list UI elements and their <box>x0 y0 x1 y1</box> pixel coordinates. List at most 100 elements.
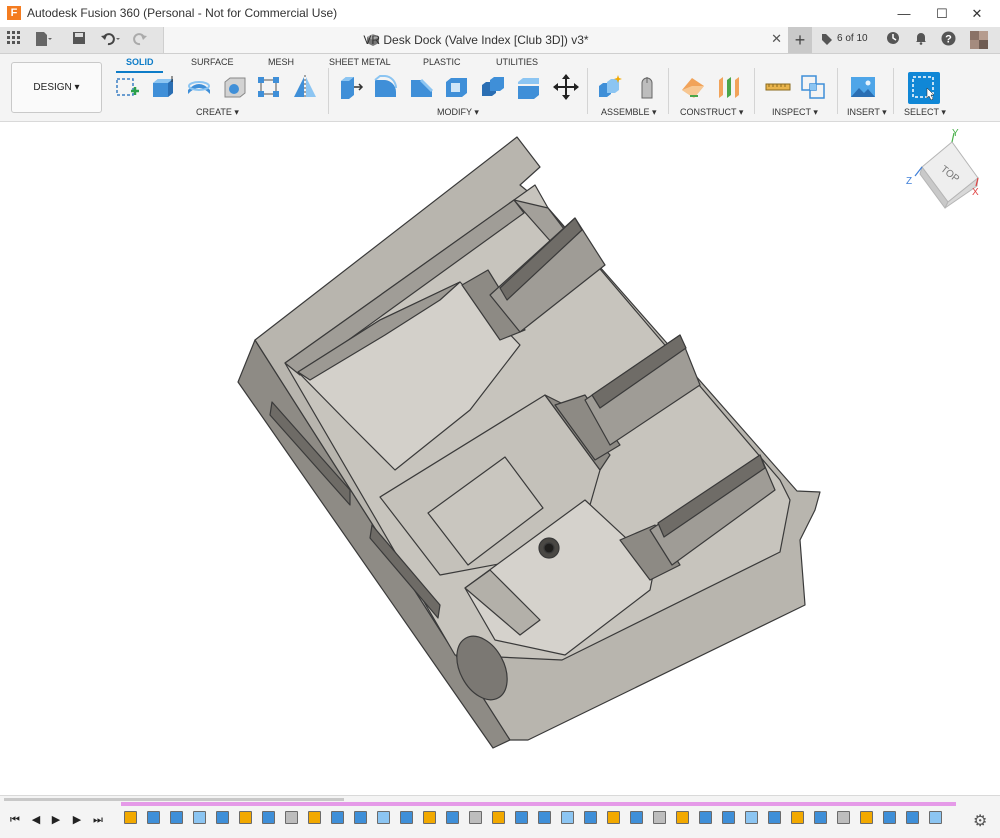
timeline-feature-icon[interactable] <box>745 811 758 824</box>
vr-desk-dock-model[interactable] <box>237 136 821 749</box>
timeline-feature-icon[interactable] <box>860 811 873 824</box>
split-body-icon[interactable] <box>516 74 542 100</box>
timeline-feature-icon[interactable] <box>653 811 666 824</box>
redo-icon[interactable] <box>132 31 150 49</box>
viewcube[interactable]: TOP Y X Z <box>906 128 979 209</box>
timeline-feature-icon[interactable] <box>584 811 597 824</box>
timeline-feature-icon[interactable] <box>630 811 643 824</box>
create-sketch-icon[interactable] <box>114 74 140 100</box>
timeline-feature-icon[interactable] <box>423 811 436 824</box>
notifications-bell-icon[interactable] <box>912 31 930 49</box>
timeline-feature-icon[interactable] <box>768 811 781 824</box>
timeline-feature-icon[interactable] <box>699 811 712 824</box>
clock-icon[interactable] <box>884 31 902 49</box>
timeline-first-button[interactable]: ⏮ <box>8 813 22 827</box>
shell-icon[interactable] <box>444 74 470 100</box>
timeline-feature-icon[interactable] <box>216 811 229 824</box>
timeline-feature-icon[interactable] <box>791 811 804 824</box>
timeline-feature-icon[interactable] <box>285 811 298 824</box>
timeline-feature-icon[interactable] <box>814 811 827 824</box>
construct-group-label[interactable]: CONSTRUCT ▾ <box>680 107 743 118</box>
timeline-track[interactable] <box>121 802 956 806</box>
timeline-feature-icon[interactable] <box>308 811 321 824</box>
undo-icon[interactable] <box>100 31 120 49</box>
move-icon[interactable] <box>553 74 579 100</box>
timeline-feature-icon[interactable] <box>239 811 252 824</box>
new-tab-button[interactable]: + <box>788 27 812 53</box>
tab-plastic[interactable]: PLASTIC <box>423 57 461 67</box>
assemble-group-label[interactable]: ASSEMBLE ▾ <box>601 107 657 118</box>
job-status[interactable]: 6 of 10 <box>820 31 870 49</box>
document-title: VR Desk Dock (Valve Index [Club 3D]) v3* <box>363 33 589 47</box>
combine-icon[interactable] <box>480 74 506 100</box>
timeline-feature-icon[interactable] <box>331 811 344 824</box>
3d-viewport[interactable]: TOP Y X Z <box>0 122 1000 795</box>
save-icon[interactable] <box>70 31 88 49</box>
revolve-icon[interactable] <box>186 74 212 100</box>
insert-group-label[interactable]: INSERT ▾ <box>847 107 887 118</box>
ribbon-divider <box>837 68 838 114</box>
extrude-icon[interactable] <box>150 74 176 100</box>
timeline-feature-icon[interactable] <box>515 811 528 824</box>
timeline-feature-icon[interactable] <box>607 811 620 824</box>
help-icon[interactable]: ? <box>939 31 957 49</box>
timeline-feature-icon[interactable] <box>446 811 459 824</box>
timeline-feature-icon[interactable] <box>354 811 367 824</box>
insert-canvas-icon[interactable] <box>850 74 876 100</box>
timeline-feature-icon[interactable] <box>469 811 482 824</box>
inspect-group-label[interactable]: INSPECT ▾ <box>772 107 818 118</box>
timeline-play-button[interactable]: ▶ <box>49 813 63 827</box>
document-tab[interactable]: VR Desk Dock (Valve Index [Club 3D]) v3*… <box>163 27 789 53</box>
tab-mesh[interactable]: MESH <box>268 57 294 67</box>
timeline-feature-icon[interactable] <box>170 811 183 824</box>
midplane-icon[interactable] <box>716 74 742 100</box>
modify-group-label[interactable]: MODIFY ▾ <box>437 107 479 118</box>
press-pull-icon[interactable] <box>338 74 364 100</box>
tab-solid[interactable]: SOLID <box>126 57 154 67</box>
timeline-feature-icon[interactable] <box>492 811 505 824</box>
timeline-feature-icon[interactable] <box>676 811 689 824</box>
offset-plane-icon[interactable] <box>680 74 706 100</box>
timeline-feature-icon[interactable] <box>906 811 919 824</box>
measure-icon[interactable] <box>765 74 791 100</box>
app-grid-icon[interactable] <box>5 31 23 49</box>
user-avatar[interactable] <box>970 31 988 49</box>
joint-icon[interactable] <box>634 74 660 100</box>
fillet-icon[interactable] <box>373 74 399 100</box>
tab-surface[interactable]: SURFACE <box>191 57 234 67</box>
timeline-settings-icon[interactable]: ⚙ <box>973 811 987 831</box>
timeline-feature-icon[interactable] <box>883 811 896 824</box>
workspace-switcher[interactable]: DESIGN ▾ <box>11 62 102 113</box>
select-tool-button[interactable] <box>908 72 940 104</box>
ribbon-divider <box>893 68 894 114</box>
timeline-feature-icon[interactable] <box>262 811 275 824</box>
timeline-prev-button[interactable]: ◀ <box>29 813 43 827</box>
create-group-label[interactable]: CREATE ▾ <box>196 107 239 118</box>
timeline-scrollbar[interactable] <box>4 798 344 801</box>
tab-sheet-metal[interactable]: SHEET METAL <box>329 57 391 67</box>
interference-icon[interactable] <box>800 74 826 100</box>
timeline-next-button[interactable]: ▶ <box>70 813 84 827</box>
timeline-feature-icon[interactable] <box>929 811 942 824</box>
model-canvas[interactable]: TOP Y X Z <box>0 122 1000 795</box>
timeline-feature-icon[interactable] <box>400 811 413 824</box>
pattern-icon[interactable] <box>256 74 282 100</box>
timeline-feature-icon[interactable] <box>837 811 850 824</box>
close-tab-button[interactable]: ✕ <box>771 31 782 47</box>
new-component-icon[interactable] <box>597 74 623 100</box>
mirror-icon[interactable] <box>292 74 318 100</box>
tab-utilities[interactable]: UTILITIES <box>496 57 538 67</box>
select-group-label[interactable]: SELECT ▾ <box>904 107 946 118</box>
hole-icon[interactable] <box>222 74 248 100</box>
timeline-feature-icon[interactable] <box>538 811 551 824</box>
close-window-button[interactable]: ✕ <box>954 0 1000 27</box>
timeline-last-button[interactable]: ⏭ <box>91 813 105 827</box>
timeline-feature-icon[interactable] <box>147 811 160 824</box>
file-menu-icon[interactable] <box>35 31 53 49</box>
timeline-feature-icon[interactable] <box>377 811 390 824</box>
timeline-feature-icon[interactable] <box>124 811 137 824</box>
chamfer-icon[interactable] <box>409 74 435 100</box>
timeline-feature-icon[interactable] <box>561 811 574 824</box>
timeline-feature-icon[interactable] <box>722 811 735 824</box>
timeline-feature-icon[interactable] <box>193 811 206 824</box>
